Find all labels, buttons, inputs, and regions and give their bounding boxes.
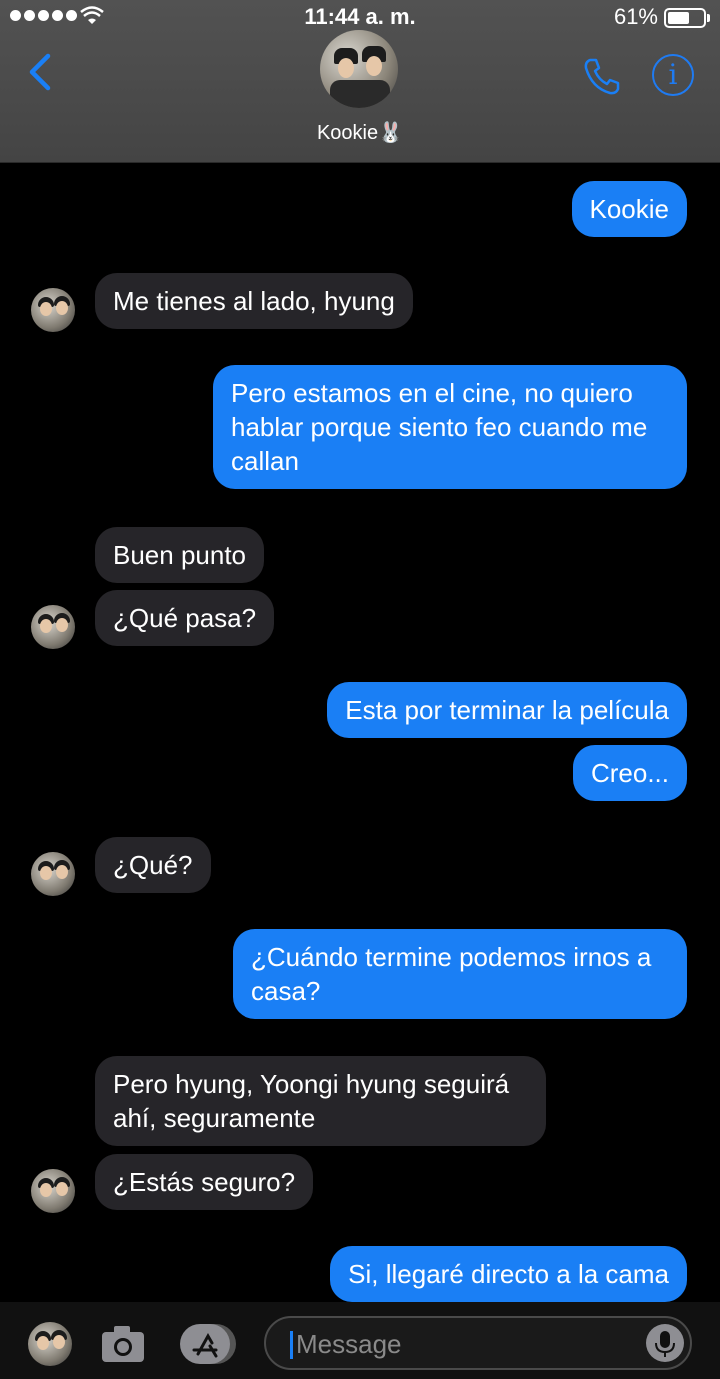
info-icon[interactable]: i	[652, 54, 694, 96]
sender-avatar[interactable]	[28, 1322, 72, 1366]
contact-avatar-small[interactable]	[31, 605, 75, 649]
message-input[interactable]: Message	[264, 1316, 692, 1370]
microphone-button[interactable]	[646, 1324, 684, 1362]
status-bar: 11:44 a. m. 61%	[0, 0, 720, 32]
contact-avatar-small[interactable]	[31, 852, 75, 896]
incoming-message-bubble[interactable]: Buen punto	[95, 527, 265, 583]
incoming-message-bubble[interactable]: Me tienes al lado, hyung	[95, 273, 413, 329]
camera-icon[interactable]	[100, 1324, 146, 1364]
contact-avatar-small[interactable]	[31, 1169, 75, 1213]
conversation-header: 11:44 a. m. 61% Kookie🐰 i	[0, 0, 720, 163]
composer-bar: Message	[0, 1302, 720, 1379]
back-chevron-icon[interactable]	[22, 52, 62, 92]
contact-name[interactable]: Kookie🐰	[0, 120, 720, 145]
phone-call-icon[interactable]	[580, 54, 624, 98]
message-placeholder: Message	[296, 1329, 402, 1359]
incoming-message-bubble[interactable]: ¿Qué?	[95, 837, 211, 893]
app-store-icon[interactable]	[180, 1324, 236, 1364]
battery-percentage: 61%	[613, 4, 658, 29]
outgoing-message-bubble[interactable]: Pero estamos en el cine, no quiero habla…	[213, 365, 687, 489]
outgoing-message-bubble[interactable]: Kookie	[571, 181, 687, 237]
text-caret	[290, 1331, 293, 1359]
outgoing-message-bubble[interactable]: Si, llegaré directo a la cama	[330, 1246, 687, 1302]
microphone-icon	[655, 1331, 675, 1357]
contact-avatar[interactable]	[320, 30, 398, 108]
status-time: 11:44 a. m.	[304, 4, 416, 29]
outgoing-message-bubble[interactable]: ¿Cuándo termine podemos irnos a casa?	[233, 929, 687, 1019]
incoming-message-bubble[interactable]: ¿Estás seguro?	[95, 1154, 314, 1210]
contact-avatar-small[interactable]	[31, 288, 75, 332]
incoming-message-bubble[interactable]: Pero hyung, Yoongi hyung seguirá ahí, se…	[95, 1056, 546, 1146]
outgoing-message-bubble[interactable]: Creo...	[572, 745, 687, 801]
incoming-message-bubble[interactable]: ¿Qué pasa?	[95, 590, 275, 646]
battery-icon	[664, 8, 710, 28]
outgoing-message-bubble[interactable]: Esta por terminar la película	[327, 682, 687, 738]
